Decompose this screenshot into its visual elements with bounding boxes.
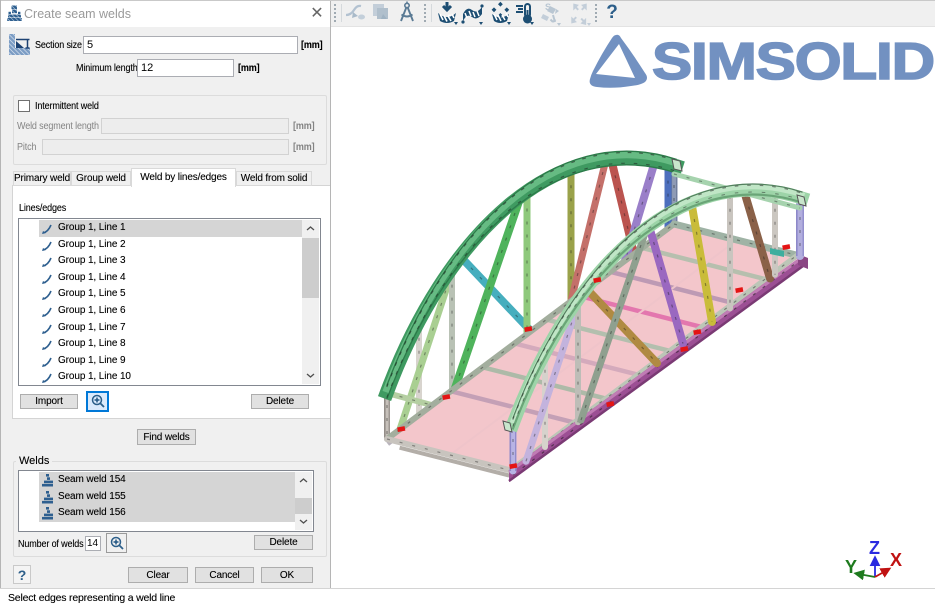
svg-text:Y: Y bbox=[845, 557, 857, 577]
svg-text:Z: Z bbox=[869, 538, 880, 558]
svg-text:SIMSOLID: SIMSOLID bbox=[652, 33, 934, 91]
svg-text:X: X bbox=[890, 550, 902, 570]
